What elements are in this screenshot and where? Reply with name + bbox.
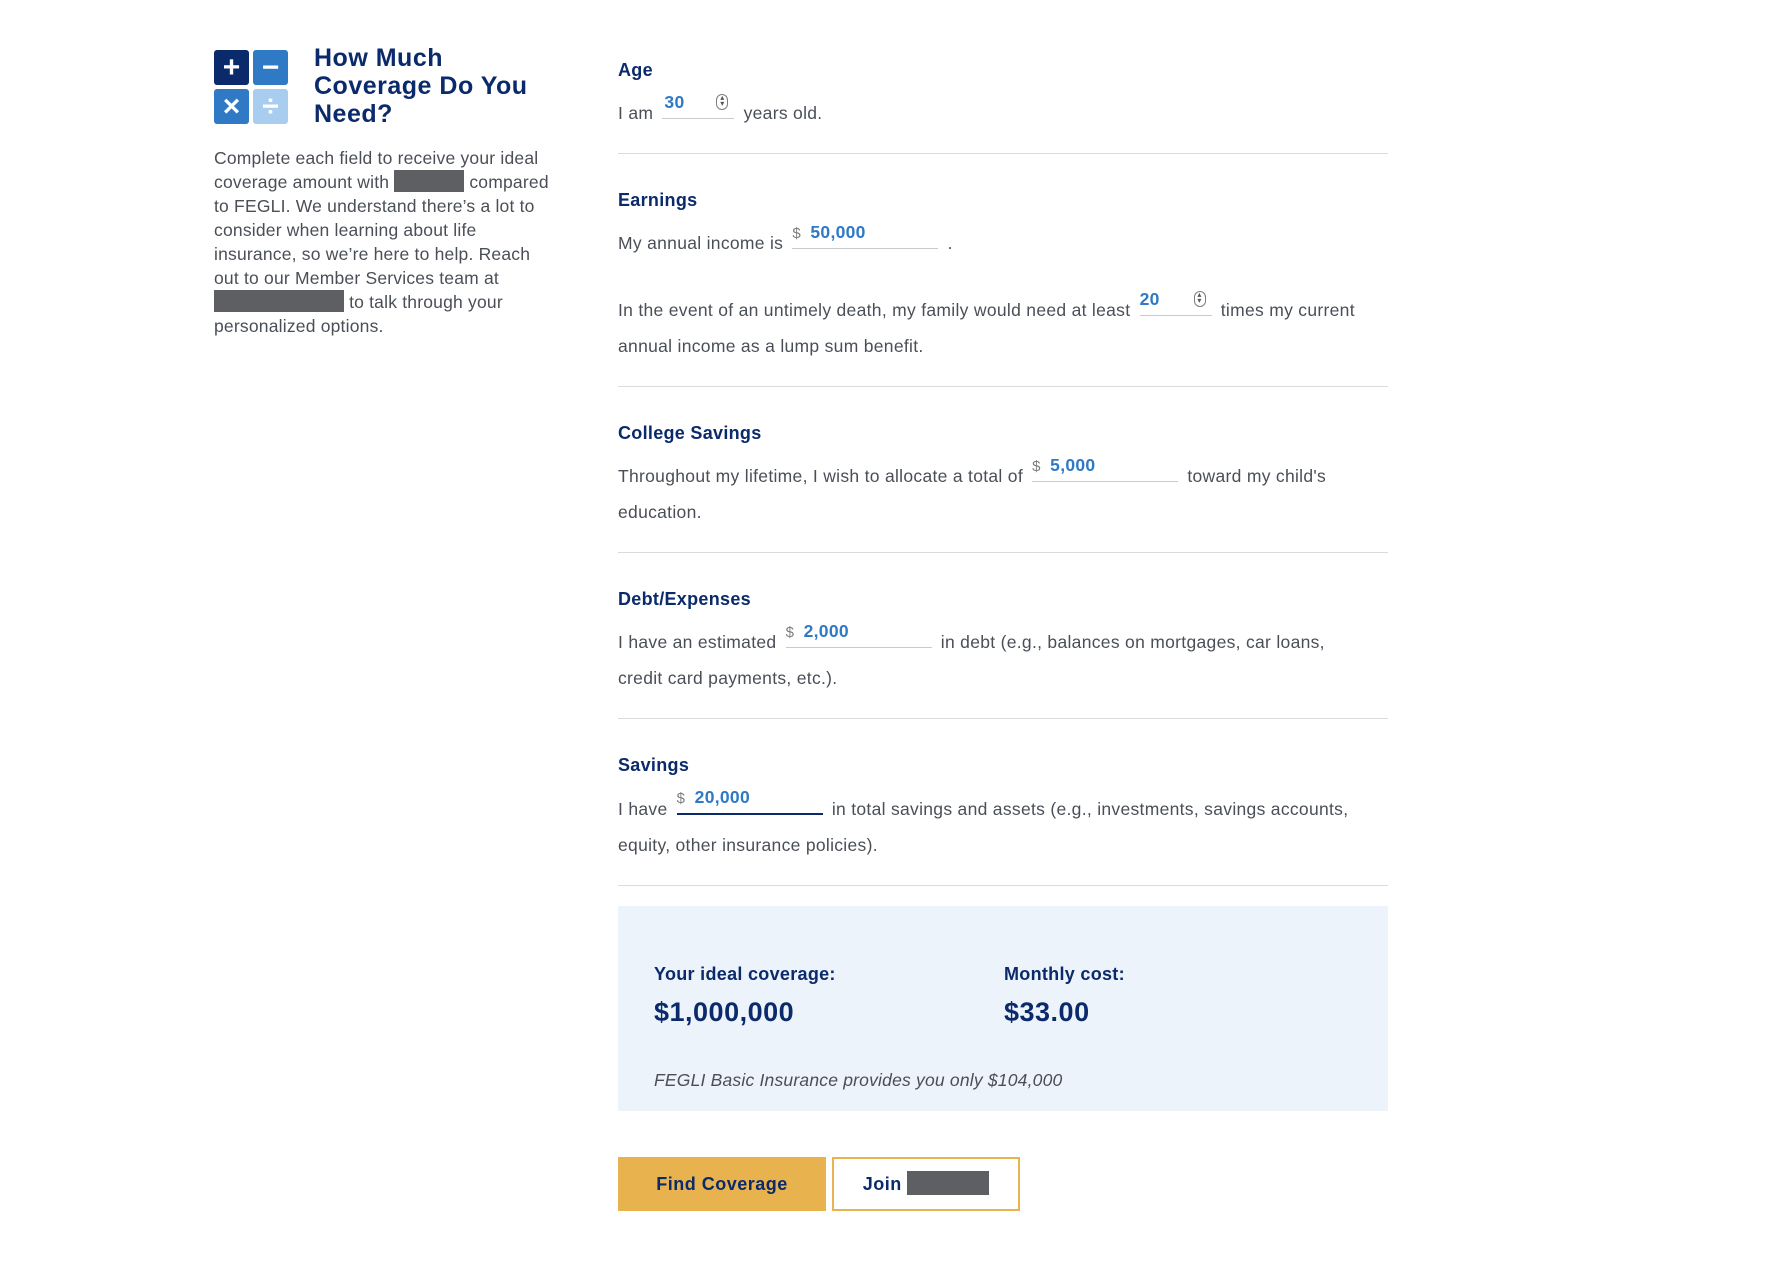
college-value: 5,000	[1050, 455, 1096, 475]
college-label: College Savings	[618, 423, 762, 443]
debt-input[interactable]: $ 2,000	[785, 617, 932, 648]
debt-line: I have an estimated $ 2,000 in debt (e.g…	[618, 617, 1388, 696]
fegli-note: FEGLI Basic Insurance provides you only …	[654, 1070, 1063, 1090]
calculator-form: Age I am 30 ▴ ▾ years old. Earnings My an…	[618, 40, 1388, 1211]
age-label: Age	[618, 60, 653, 80]
college-suffix-2: education.	[618, 502, 702, 522]
multiplier-suffix: times my current	[1220, 300, 1355, 320]
earnings-section: Earnings My annual income is $ 50,000 . …	[618, 154, 1388, 387]
savings-prefix: I have	[618, 799, 668, 819]
page-title: How Much Coverage Do You Need?	[314, 44, 528, 128]
find-coverage-button[interactable]: Find Coverage	[618, 1157, 826, 1211]
college-input[interactable]: $ 5,000	[1032, 451, 1179, 482]
stepper-icon[interactable]: ▴ ▾	[1193, 291, 1206, 307]
coverage-result: Your ideal coverage: $1,000,000	[654, 964, 836, 1028]
cost-result: Monthly cost: $33.00	[1004, 964, 1125, 1028]
income-value: 50,000	[810, 222, 866, 242]
times-icon: ×	[214, 89, 249, 124]
college-line: Throughout my lifetime, I wish to alloca…	[618, 451, 1388, 530]
action-buttons: Find Coverage Join	[618, 1157, 1388, 1211]
calculator-icon: + − × ÷	[214, 50, 288, 124]
redacted-text	[907, 1171, 990, 1195]
intro-text: Complete each field to receive your idea…	[214, 146, 554, 338]
savings-input[interactable]: $ 20,000	[676, 783, 823, 815]
cost-value: $33.00	[1004, 997, 1090, 1027]
debt-label: Debt/Expenses	[618, 589, 751, 609]
debt-suffix: in debt (e.g., balances on mortgages, ca…	[940, 632, 1325, 652]
join-label: Join	[862, 1174, 902, 1194]
debt-prefix: I have an estimated	[618, 632, 777, 652]
income-suffix: .	[947, 233, 953, 253]
minus-icon: −	[253, 50, 288, 85]
savings-line: I have $ 20,000 in total savings and ass…	[618, 783, 1388, 863]
plus-icon: +	[214, 50, 249, 85]
multiplier-value: 20	[1139, 289, 1160, 309]
coverage-label: Your ideal coverage:	[654, 964, 836, 984]
savings-label: Savings	[618, 755, 690, 775]
debt-value: 2,000	[803, 621, 849, 641]
income-line: My annual income is $ 50,000 .	[618, 218, 1388, 261]
college-section: College Savings Throughout my lifetime, …	[618, 387, 1388, 553]
coverage-value: $1,000,000	[654, 997, 795, 1027]
savings-value: 20,000	[694, 787, 750, 807]
dollar-icon: $	[676, 790, 686, 807]
redacted-phone	[214, 290, 344, 312]
income-prefix: My annual income is	[618, 233, 784, 253]
stepper-icon[interactable]: ▴ ▾	[716, 94, 729, 110]
income-input[interactable]: $ 50,000	[792, 218, 939, 249]
dollar-icon: $	[792, 225, 802, 242]
debt-suffix-2: credit card payments, etc.).	[618, 668, 838, 688]
redacted-text	[394, 170, 465, 192]
dollar-icon: $	[1032, 458, 1041, 475]
earnings-label: Earnings	[618, 190, 698, 210]
age-section: Age I am 30 ▴ ▾ years old.	[618, 40, 1388, 154]
age-suffix: years old.	[743, 103, 823, 123]
divide-icon: ÷	[253, 89, 288, 124]
join-button[interactable]: Join	[832, 1157, 1020, 1211]
age-prefix: I am	[618, 103, 654, 123]
multiplier-line: In the event of an untimely death, my fa…	[618, 285, 1388, 364]
multiplier-prefix: In the event of an untimely death, my fa…	[618, 300, 1131, 320]
age-input[interactable]: 30 ▴ ▾	[662, 88, 735, 119]
age-line: I am 30 ▴ ▾ years old.	[618, 88, 1388, 131]
age-value: 30	[664, 92, 685, 112]
multiplier-suffix-2: annual income as a lump sum benefit.	[618, 336, 924, 356]
cost-label: Monthly cost:	[1004, 964, 1125, 984]
debt-section: Debt/Expenses I have an estimated $ 2,00…	[618, 553, 1388, 719]
result-panel: Your ideal coverage: $1,000,000 Monthly …	[618, 906, 1388, 1111]
savings-suffix: in total savings and assets (e.g., inves…	[831, 799, 1349, 819]
dollar-icon: $	[785, 624, 795, 641]
savings-section: Savings I have $ 20,000 in total savings…	[618, 719, 1388, 886]
college-suffix: toward my child's	[1187, 466, 1327, 486]
savings-suffix-2: equity, other insurance policies).	[618, 835, 878, 855]
multiplier-input[interactable]: 20 ▴ ▾	[1139, 285, 1212, 316]
college-prefix: Throughout my lifetime, I wish to alloca…	[618, 466, 1023, 486]
